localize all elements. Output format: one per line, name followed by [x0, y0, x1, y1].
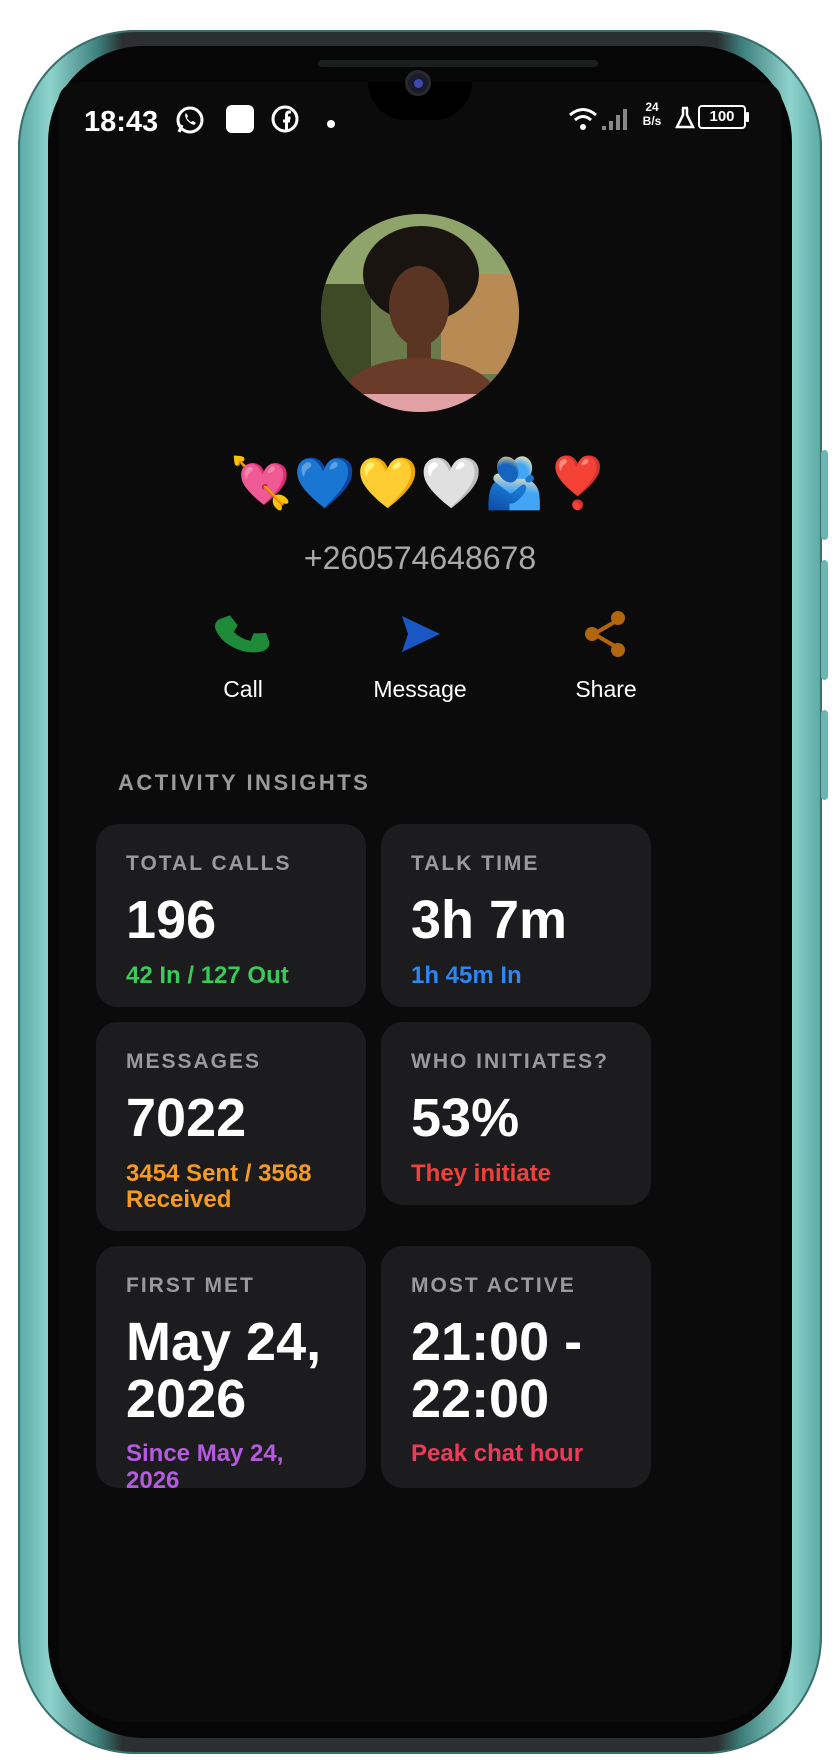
- facebook-icon: [270, 104, 300, 139]
- front-camera: [405, 70, 431, 96]
- wifi-icon: [568, 106, 598, 137]
- speaker-grille: [318, 60, 598, 67]
- card-label: MOST ACTIVE: [411, 1274, 576, 1297]
- card-label: TOTAL CALLS: [126, 852, 292, 875]
- card-label: MESSAGES: [126, 1050, 262, 1073]
- who-initiates-card: WHO INITIATES? 53% They initiate: [381, 1022, 651, 1205]
- first-met-card: FIRST MET May 24, 2026 Since May 24, 202…: [96, 1246, 366, 1493]
- lab-flask-icon: [674, 106, 696, 135]
- card-value: 196: [126, 890, 217, 950]
- battery-icon: 100: [698, 105, 750, 129]
- screen: 18:43 24 B/s 100 💘💙💛🤍🫂❣️ +260574648678 C…: [58, 82, 782, 1722]
- network-speed-unit: B/s: [642, 114, 662, 128]
- card-label: TALK TIME: [411, 852, 540, 875]
- card-subtext: 1h 45m In: [411, 961, 522, 989]
- messages-card: MESSAGES 7022 3454 Sent / 3568 Received: [96, 1022, 366, 1231]
- card-subtext: 42 In / 127 Out: [126, 961, 289, 989]
- phone-icon: [213, 604, 273, 664]
- card-subtext: Peak chat hour: [411, 1440, 584, 1468]
- contact-phone-number: +260574648678: [303, 540, 537, 576]
- share-action[interactable]: Share: [511, 604, 701, 703]
- card-label: FIRST MET: [126, 1274, 255, 1297]
- signal-icon: [600, 106, 630, 137]
- message-label: Message: [373, 676, 467, 702]
- share-icon: [576, 604, 636, 664]
- total-calls-card: TOTAL CALLS 196 42 In / 127 Out: [96, 824, 366, 1007]
- card-label: WHO INITIATES?: [411, 1050, 609, 1073]
- status-bar: 18:43 24 B/s 100: [84, 96, 764, 156]
- card-subtext: Since May 24, 2026: [126, 1440, 284, 1494]
- card-subtext: 3454 Sent / 3568 Received: [126, 1159, 312, 1214]
- card-value: 7022: [126, 1088, 247, 1148]
- whatsapp-icon: [174, 104, 206, 141]
- network-speed-value: 24: [645, 100, 659, 114]
- call-label: Call: [223, 676, 263, 702]
- card-value: May 24, 2026: [126, 1312, 322, 1429]
- card-value: 3h 7m: [411, 890, 568, 950]
- app-notification-icon: [224, 103, 256, 140]
- network-speed: 24 B/s: [636, 100, 668, 128]
- message-action[interactable]: Message: [325, 604, 515, 703]
- contact-name: 💘💙💛🤍🫂❣️: [230, 455, 610, 511]
- volume-up-button: [821, 450, 828, 540]
- most-active-card: MOST ACTIVE 21:00 - 22:00 Peak chat hour: [381, 1246, 651, 1488]
- power-button: [821, 710, 828, 800]
- card-value: 53%: [411, 1088, 520, 1148]
- volume-down-button: [821, 560, 828, 680]
- talk-time-card: TALK TIME 3h 7m 1h 45m In: [381, 824, 651, 1007]
- send-icon: [390, 604, 450, 664]
- activity-insights-title: ACTIVITY INSIGHTS: [118, 770, 371, 795]
- battery-level: 100: [709, 108, 735, 125]
- share-label: Share: [575, 676, 637, 702]
- status-time: 18:43: [84, 106, 159, 138]
- card-subtext: They initiate: [411, 1159, 552, 1187]
- more-notifications-dot-icon: [326, 116, 336, 134]
- call-action[interactable]: Call: [148, 604, 338, 703]
- card-value: 21:00 - 22:00: [411, 1312, 583, 1429]
- contact-avatar[interactable]: [321, 214, 519, 412]
